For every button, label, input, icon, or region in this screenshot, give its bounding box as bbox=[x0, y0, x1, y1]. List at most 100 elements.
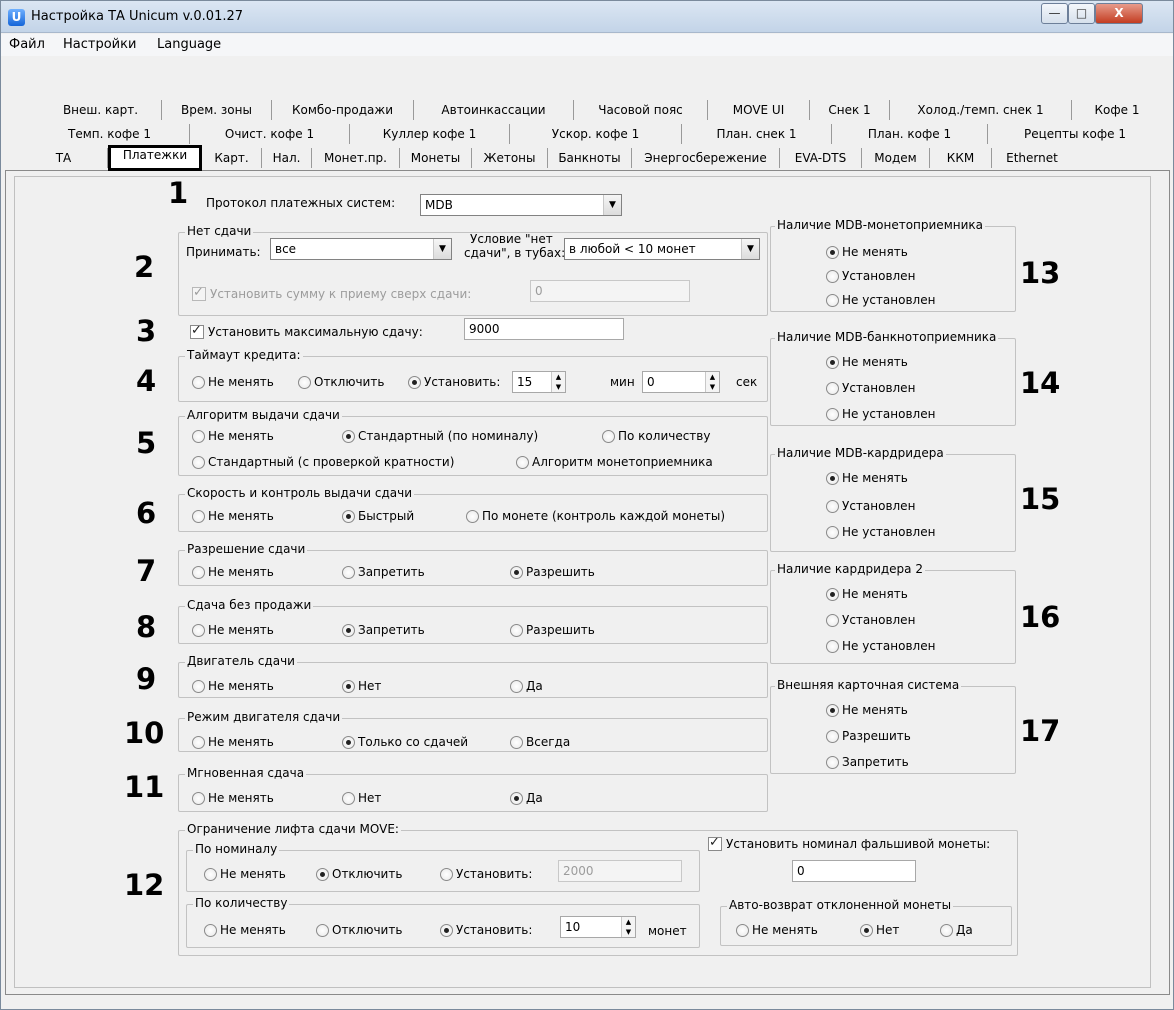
speed-keep-radio[interactable]: Не менять bbox=[192, 508, 274, 524]
tab-energy-saving[interactable]: Энергосбережение bbox=[632, 148, 780, 168]
instant-yes-radio[interactable]: Да bbox=[510, 790, 543, 806]
lift-nominal-keep-radio[interactable]: Не менять bbox=[204, 866, 286, 882]
tab-coin-acceptor[interactable]: Монет.пр. bbox=[312, 148, 400, 168]
speed-per-coin-radio[interactable]: По монете (контроль каждой монеты) bbox=[466, 508, 725, 524]
credit-timeout-keep-radio[interactable]: Не менять bbox=[192, 374, 274, 390]
credit-timeout-off-radio[interactable]: Отключить bbox=[298, 374, 384, 390]
algorithm-acceptor-radio[interactable]: Алгоритм монетоприемника bbox=[516, 454, 713, 470]
close-button[interactable]: X bbox=[1095, 3, 1143, 24]
tab-time-zones[interactable]: Врем. зоны bbox=[162, 100, 272, 120]
minimize-button[interactable]: — bbox=[1041, 3, 1068, 24]
mdb-bill-installed-radio[interactable]: Установлен bbox=[826, 380, 915, 396]
tab-kkm[interactable]: ККМ bbox=[930, 148, 992, 168]
tab-banknotes[interactable]: Банкноты bbox=[548, 148, 632, 168]
auto-return-no-radio[interactable]: Нет bbox=[860, 922, 899, 938]
tab-coins[interactable]: Монеты bbox=[400, 148, 472, 168]
lift-nominal-input[interactable]: 2000 bbox=[558, 860, 682, 882]
spinner-arrows-icon[interactable]: ▲ ▼ bbox=[621, 917, 635, 937]
mdb-card-installed-radio[interactable]: Установлен bbox=[826, 498, 915, 514]
timeout-seconds-input[interactable]: 0 ▲ ▼ bbox=[642, 371, 720, 393]
mdb-coin-keep-radio[interactable]: Не менять bbox=[826, 244, 908, 260]
mdb-card-keep-radio[interactable]: Не менять bbox=[826, 470, 908, 486]
algorithm-keep-radio[interactable]: Не менять bbox=[192, 428, 274, 444]
allow-change-deny-radio[interactable]: Запретить bbox=[342, 564, 425, 580]
tab-ext-card[interactable]: Внеш. карт. bbox=[40, 100, 162, 120]
lift-nominal-off-radio[interactable]: Отключить bbox=[316, 866, 402, 882]
tab-cards[interactable]: Карт. bbox=[202, 148, 262, 168]
card2-installed-radio[interactable]: Установлен bbox=[826, 612, 915, 628]
card2-not-installed-radio[interactable]: Не установлен bbox=[826, 638, 935, 654]
no-sale-keep-radio[interactable]: Не менять bbox=[192, 622, 274, 638]
tab-combo-sales[interactable]: Комбо-продажи bbox=[272, 100, 414, 120]
tab-clean-coffee-1[interactable]: Очист. кофе 1 bbox=[190, 124, 350, 144]
tab-snack-1[interactable]: Снек 1 bbox=[810, 100, 890, 120]
motor-mode-keep-radio[interactable]: Не менять bbox=[192, 734, 274, 750]
instant-no-radio[interactable]: Нет bbox=[342, 790, 381, 806]
auto-return-keep-radio[interactable]: Не менять bbox=[736, 922, 818, 938]
mdb-coin-installed-radio[interactable]: Установлен bbox=[826, 268, 915, 284]
no-sale-allow-radio[interactable]: Разрешить bbox=[510, 622, 595, 638]
timeout-minutes-input[interactable]: 15 ▲ ▼ bbox=[512, 371, 566, 393]
menu-language[interactable]: Language bbox=[157, 37, 221, 52]
motor-mode-always-radio[interactable]: Всегда bbox=[510, 734, 570, 750]
tab-accel-coffee-1[interactable]: Ускор. кофе 1 bbox=[510, 124, 682, 144]
max-change-checkbox[interactable]: Установить максимальную сдачу: bbox=[190, 323, 423, 340]
motor-yes-radio[interactable]: Да bbox=[510, 678, 543, 694]
motor-keep-radio[interactable]: Не менять bbox=[192, 678, 274, 694]
spinner-arrows-icon[interactable]: ▲ ▼ bbox=[551, 372, 565, 392]
lift-quantity-off-radio[interactable]: Отключить bbox=[316, 922, 402, 938]
condition-select[interactable]: в любой < 10 монет ▼ bbox=[564, 238, 760, 260]
allow-change-allow-radio[interactable]: Разрешить bbox=[510, 564, 595, 580]
tab-cooler-coffee-1[interactable]: Куллер кофе 1 bbox=[350, 124, 510, 144]
mdb-bill-not-installed-radio[interactable]: Не установлен bbox=[826, 406, 935, 422]
protocol-select[interactable]: MDB ▼ bbox=[420, 194, 622, 216]
tab-cold-snack-1[interactable]: Холод./темп. снек 1 bbox=[890, 100, 1072, 120]
speed-fast-radio[interactable]: Быстрый bbox=[342, 508, 414, 524]
tab-ta[interactable]: ТА bbox=[20, 148, 108, 168]
tab-coffee-1[interactable]: Кофе 1 bbox=[1072, 100, 1162, 120]
tab-move-ui[interactable]: MOVE UI bbox=[708, 100, 810, 120]
tab-payments[interactable]: Платежки bbox=[108, 145, 202, 171]
menu-file[interactable]: Файл bbox=[9, 37, 45, 52]
no-sale-deny-radio[interactable]: Запретить bbox=[342, 622, 425, 638]
algorithm-multiplicity-radio[interactable]: Стандартный (с проверкой кратности) bbox=[192, 454, 454, 470]
lift-quantity-set-radio[interactable]: Установить: bbox=[440, 922, 532, 938]
tab-cash[interactable]: Нал. bbox=[262, 148, 312, 168]
auto-return-yes-radio[interactable]: Да bbox=[940, 922, 973, 938]
mdb-bill-keep-radio[interactable]: Не менять bbox=[826, 354, 908, 370]
spinner-arrows-icon[interactable]: ▲ ▼ bbox=[705, 372, 719, 392]
set-sum-input[interactable]: 0 bbox=[530, 280, 690, 302]
algorithm-standard-radio[interactable]: Стандартный (по номиналу) bbox=[342, 428, 538, 444]
tab-recipes-coffee-1[interactable]: Рецепты кофе 1 bbox=[988, 124, 1162, 144]
menu-settings[interactable]: Настройки bbox=[63, 37, 136, 52]
tab-timezone[interactable]: Часовой пояс bbox=[574, 100, 708, 120]
ext-card-keep-radio[interactable]: Не менять bbox=[826, 702, 908, 718]
accept-select[interactable]: все ▼ bbox=[270, 238, 452, 260]
ext-card-deny-radio[interactable]: Запретить bbox=[826, 754, 909, 770]
tab-plan-snack-1[interactable]: План. снек 1 bbox=[682, 124, 832, 144]
fake-coin-input[interactable]: 0 bbox=[792, 860, 916, 882]
lift-nominal-set-radio[interactable]: Установить: bbox=[440, 866, 532, 882]
max-change-input[interactable]: 9000 bbox=[464, 318, 624, 340]
tab-ethernet[interactable]: Ethernet bbox=[992, 148, 1072, 168]
motor-mode-change-only-radio[interactable]: Только со сдачей bbox=[342, 734, 468, 750]
credit-timeout-set-radio[interactable]: Установить: bbox=[408, 374, 500, 390]
algorithm-quantity-radio[interactable]: По количеству bbox=[602, 428, 710, 444]
set-sum-checkbox[interactable]: Установить сумму к приему сверх сдачи: bbox=[192, 285, 471, 302]
tab-eva-dts[interactable]: EVA-DTS bbox=[780, 148, 862, 168]
mdb-coin-not-installed-radio[interactable]: Не установлен bbox=[826, 292, 935, 308]
mdb-card-not-installed-radio[interactable]: Не установлен bbox=[826, 524, 935, 540]
maximize-button[interactable]: □ bbox=[1068, 3, 1095, 24]
tab-plan-coffee-1[interactable]: План. кофе 1 bbox=[832, 124, 988, 144]
fake-coin-checkbox[interactable]: Установить номинал фальшивой монеты: bbox=[708, 835, 990, 852]
tab-temp-coffee-1[interactable]: Темп. кофе 1 bbox=[30, 124, 190, 144]
instant-keep-radio[interactable]: Не менять bbox=[192, 790, 274, 806]
card2-keep-radio[interactable]: Не менять bbox=[826, 586, 908, 602]
ext-card-allow-radio[interactable]: Разрешить bbox=[826, 728, 911, 744]
tab-tokens[interactable]: Жетоны bbox=[472, 148, 548, 168]
lift-quantity-input[interactable]: 10 ▲ ▼ bbox=[560, 916, 636, 938]
tab-modem[interactable]: Модем bbox=[862, 148, 930, 168]
lift-quantity-keep-radio[interactable]: Не менять bbox=[204, 922, 286, 938]
allow-change-keep-radio[interactable]: Не менять bbox=[192, 564, 274, 580]
motor-no-radio[interactable]: Нет bbox=[342, 678, 381, 694]
